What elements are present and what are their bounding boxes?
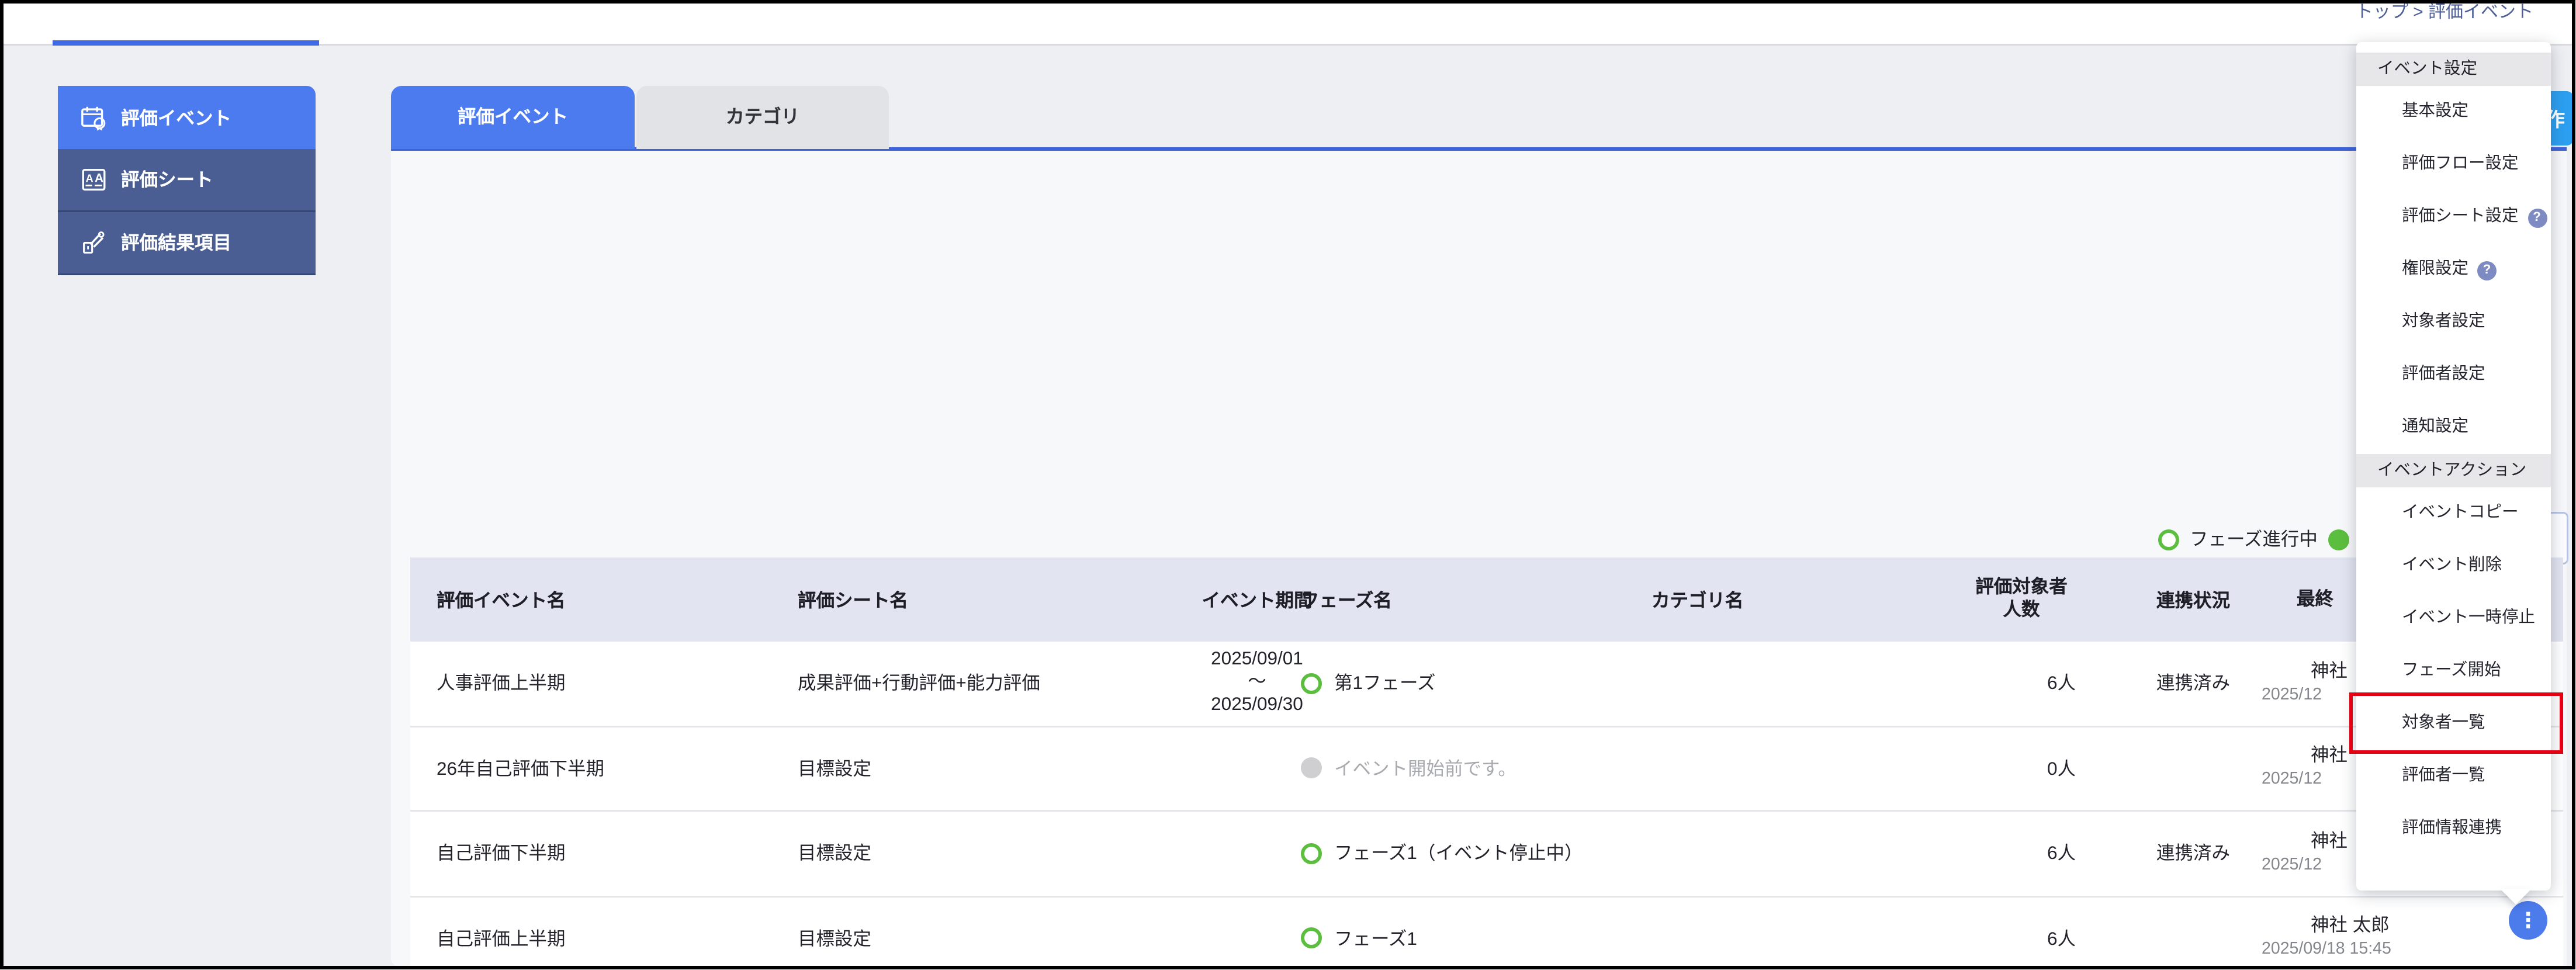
- event-table: 評価イベント名 評価シート名 イベント期間 フェーズ名 カテゴリ名 評価対象者人…: [410, 557, 2563, 969]
- phase: イベント開始前です。: [1301, 727, 1643, 810]
- legend-label: フェーズ進行中: [2190, 526, 2318, 552]
- breadcrumb[interactable]: トップ > 評価イベント: [2356, 0, 2533, 23]
- highlight-annotation-box: [2349, 692, 2563, 754]
- top-bar: トップ > 評価イベント: [4, 4, 2572, 46]
- table-row[interactable]: 自己評価下半期 目標設定 フェーズ1（イベント停止中） 6人 連携済み 神社 2…: [410, 812, 2563, 897]
- menu-section-event-actions: イベントアクション: [2356, 454, 2551, 487]
- menu-item-evaluator-settings[interactable]: 評価者設定: [2356, 349, 2551, 401]
- kebab-menu-button[interactable]: ⋮: [2509, 901, 2547, 940]
- col-sheet-name: 評価シート名: [798, 557, 1157, 642]
- target-count: 6人: [1967, 812, 2076, 895]
- link-status: 連携済み: [2156, 642, 2258, 725]
- menu-item-event-pause[interactable]: イベント一時停止: [2356, 593, 2551, 645]
- phase: 第1フェーズ: [1301, 642, 1643, 725]
- event-name: 自己評価下半期: [437, 812, 787, 895]
- help-icon[interactable]: ?: [2477, 261, 2497, 280]
- category: [1651, 812, 1914, 895]
- calendar-award-icon: [81, 105, 107, 131]
- svg-text:A: A: [85, 172, 93, 185]
- col-target-count: 評価対象者人数: [1953, 557, 2090, 642]
- status-legend: フェーズ進行中: [2158, 526, 2349, 552]
- menu-callout-arrow: [2500, 889, 2532, 905]
- link-status: [2156, 897, 2258, 970]
- phase: フェーズ1: [1301, 897, 1643, 970]
- col-category: カテゴリ名: [1651, 557, 1914, 642]
- menu-item-notification-settings[interactable]: 通知設定: [2356, 401, 2551, 454]
- phase: フェーズ1（イベント停止中）: [1301, 812, 1643, 895]
- target-count: 6人: [1967, 897, 2076, 970]
- sheet-name: 目標設定: [798, 727, 1157, 810]
- phase-in-progress-icon: [1301, 843, 1322, 864]
- link-status: 連携済み: [2156, 812, 2258, 895]
- menu-item-target-settings[interactable]: 対象者設定: [2356, 296, 2551, 349]
- link-status: [2156, 727, 2258, 810]
- col-link-status: 連携状況: [2156, 557, 2258, 642]
- menu-item-evaluation-info-link[interactable]: 評価情報連携: [2356, 803, 2551, 855]
- target-count: 0人: [1967, 727, 2076, 810]
- sheet-name: 目標設定: [798, 897, 1157, 970]
- sidebar-item-label: 評価シート: [121, 167, 213, 193]
- menu-item-evaluator-list[interactable]: 評価者一覧: [2356, 750, 2551, 803]
- sidebar-item-evaluation-result-items[interactable]: 評価結果項目: [58, 212, 316, 275]
- menu-item-event-delete[interactable]: イベント削除: [2356, 540, 2551, 593]
- menu-item-event-copy[interactable]: イベントコピー: [2356, 487, 2551, 540]
- event-name: 人事評価上半期: [437, 642, 787, 725]
- category: [1651, 642, 1914, 725]
- result-items-icon: [81, 230, 107, 256]
- menu-section-event-settings: イベント設定: [2356, 53, 2551, 86]
- table-row[interactable]: 自己評価上半期 目標設定 フェーズ1 6人 神社 太郎 2025/09/18 1…: [410, 897, 2563, 970]
- phase-in-progress-icon: [1301, 928, 1322, 949]
- svg-text:A: A: [95, 172, 103, 185]
- sheet-aa-icon: A A: [81, 167, 107, 193]
- menu-item-flow-settings[interactable]: 評価フロー設定: [2356, 138, 2551, 191]
- kebab-menu-icon: ⋮: [2518, 910, 2539, 931]
- menu-item-basic-settings[interactable]: 基本設定: [2356, 86, 2551, 138]
- category: [1651, 897, 1914, 970]
- table-header-row: 評価イベント名 評価シート名 イベント期間 フェーズ名 カテゴリ名 評価対象者人…: [410, 557, 2563, 642]
- target-count: 6人: [1967, 642, 2076, 725]
- sheet-name: 成果評価+行動評価+能力評価: [798, 642, 1157, 725]
- phase-not-started-icon: [1301, 758, 1322, 779]
- menu-item-sheet-settings[interactable]: 評価シート設定 ?: [2356, 191, 2551, 244]
- table-row[interactable]: 人事評価上半期 成果評価+行動評価+能力評価 2025/09/01〜2025/0…: [410, 642, 2563, 727]
- menu-item-phase-start[interactable]: フェーズ開始: [2356, 645, 2551, 698]
- phase-in-progress-icon: [2158, 529, 2179, 550]
- sidebar-item-evaluation-sheet[interactable]: A A 評価シート: [58, 149, 316, 212]
- sidebar: 評価イベント A A 評価シート 評価結果項目: [58, 86, 316, 275]
- help-icon[interactable]: ?: [2527, 208, 2547, 227]
- phase-complete-icon: [2328, 529, 2349, 550]
- sheet-name: 目標設定: [798, 812, 1157, 895]
- col-phase: フェーズ名: [1301, 557, 1643, 642]
- last-updated: 神社 太郎 2025/09/18 15:45: [2258, 897, 2461, 970]
- event-context-menu: イベント設定 基本設定 評価フロー設定 評価シート設定 ? 権限設定 ? 対象者…: [2356, 42, 2551, 891]
- phase-in-progress-icon: [1301, 673, 1322, 694]
- tab-category[interactable]: カテゴリ: [636, 86, 889, 149]
- category: [1651, 727, 1914, 810]
- title-underline: [53, 40, 319, 46]
- app-window: トップ > 評価イベント 評価イベント 評価イベント A A 評価: [0, 0, 2575, 969]
- table-row[interactable]: 26年自己評価下半期 目標設定 イベント開始前です。 0人 神社 2025/12: [410, 727, 2563, 812]
- sidebar-item-label: 評価結果項目: [121, 230, 231, 256]
- sidebar-item-evaluation-event[interactable]: 評価イベント: [58, 86, 316, 149]
- menu-item-permission-settings[interactable]: 権限設定 ?: [2356, 244, 2551, 296]
- tab-evaluation-event[interactable]: 評価イベント: [391, 86, 635, 149]
- sidebar-item-label: 評価イベント: [121, 105, 231, 131]
- event-name: 自己評価上半期: [437, 897, 787, 970]
- event-name: 26年自己評価下半期: [437, 727, 787, 810]
- col-event-name: 評価イベント名: [437, 557, 787, 642]
